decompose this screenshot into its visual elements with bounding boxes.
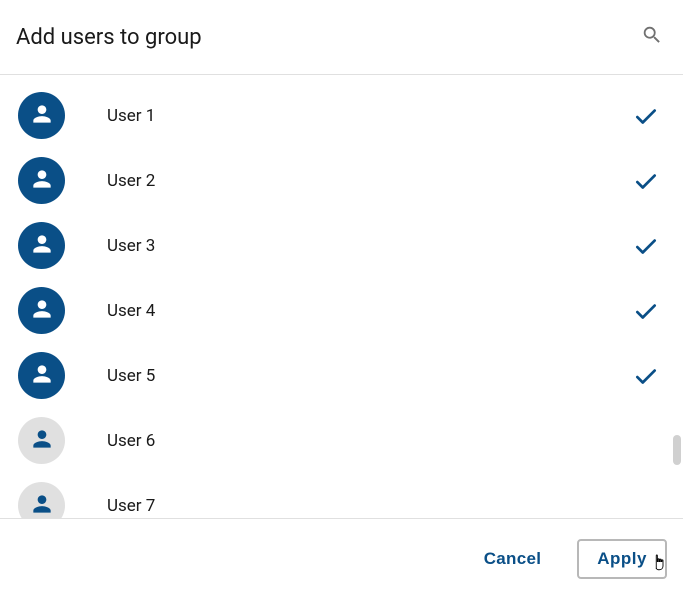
user-name-label: User 5	[107, 366, 633, 386]
person-icon	[29, 166, 55, 196]
user-name-label: User 3	[107, 236, 633, 256]
scrollbar-track[interactable]	[673, 80, 681, 524]
user-item[interactable]: User 4	[0, 278, 683, 343]
check-icon	[633, 298, 659, 324]
user-name-label: User 7	[107, 496, 659, 516]
user-list[interactable]: User 1 User 2 User 3 User 4 User 5 User 6 User…	[0, 75, 683, 518]
check-icon	[633, 103, 659, 129]
dialog-title: Add users to group	[16, 25, 202, 50]
user-name-label: User 1	[107, 106, 633, 126]
user-item[interactable]: User 7	[0, 473, 683, 518]
check-icon	[633, 233, 659, 259]
person-icon	[29, 426, 55, 456]
user-avatar	[18, 157, 65, 204]
person-icon	[29, 231, 55, 261]
pointer-cursor-icon	[651, 552, 669, 579]
user-item[interactable]: User 2	[0, 148, 683, 213]
cancel-button[interactable]: Cancel	[480, 541, 546, 577]
user-avatar	[18, 482, 65, 518]
user-avatar	[18, 92, 65, 139]
user-avatar	[18, 352, 65, 399]
user-name-label: User 6	[107, 431, 659, 451]
user-avatar	[18, 222, 65, 269]
apply-button[interactable]: Apply	[577, 539, 667, 579]
add-users-dialog: Add users to group User 1User 2User 3Use…	[0, 0, 683, 599]
person-icon	[29, 296, 55, 326]
user-item[interactable]: User 6	[0, 408, 683, 473]
check-icon	[633, 168, 659, 194]
dialog-header: Add users to group	[0, 0, 683, 75]
scrollbar-thumb[interactable]	[673, 435, 681, 465]
user-avatar	[18, 287, 65, 334]
user-name-label: User 4	[107, 301, 633, 321]
person-icon	[29, 101, 55, 131]
check-icon	[633, 363, 659, 389]
user-avatar	[18, 417, 65, 464]
person-icon	[29, 491, 55, 519]
user-item[interactable]: User 1	[0, 83, 683, 148]
person-icon	[29, 361, 55, 391]
apply-button-label: Apply	[597, 549, 647, 568]
search-icon	[641, 24, 663, 46]
user-item[interactable]: User 3	[0, 213, 683, 278]
dialog-footer: Cancel Apply	[0, 518, 683, 599]
search-button[interactable]	[637, 20, 667, 54]
user-item[interactable]: User 5	[0, 343, 683, 408]
user-name-label: User 2	[107, 171, 633, 191]
